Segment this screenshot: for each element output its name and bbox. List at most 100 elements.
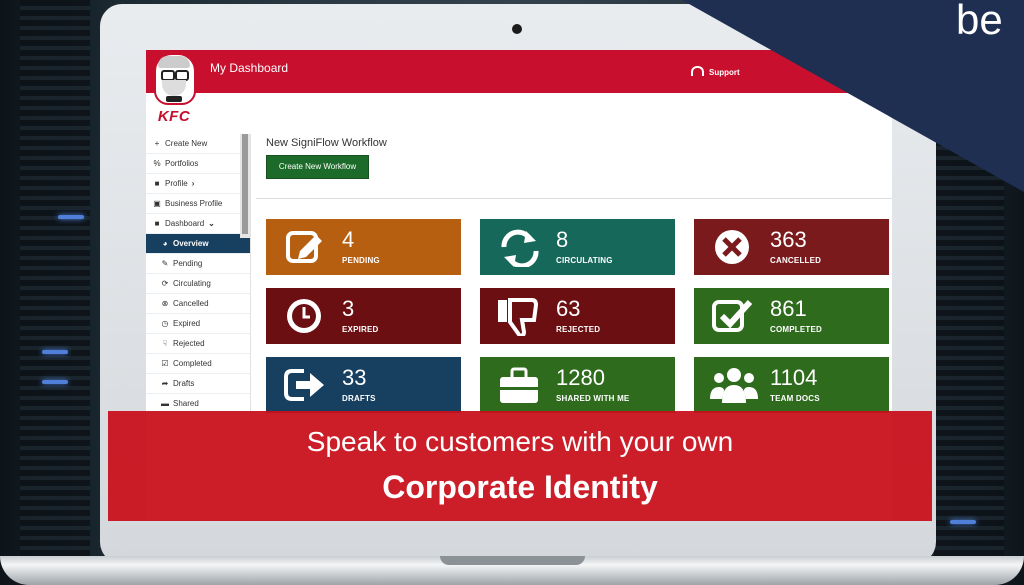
tile-label: SHARED WITH ME xyxy=(556,394,630,403)
sidebar-item-label: Cancelled xyxy=(173,299,209,308)
expired-icon: ◷ xyxy=(161,319,169,328)
edit-icon xyxy=(286,231,322,263)
tile-drafts[interactable]: 33 DRAFTS xyxy=(266,357,461,413)
scrollbar-thumb[interactable] xyxy=(242,134,248,234)
background-led xyxy=(950,520,976,524)
link-icon: % xyxy=(153,159,161,168)
tile-label: EXPIRED xyxy=(342,325,379,334)
colonel-tie xyxy=(166,96,182,102)
sidebar-item-label: Portfolios xyxy=(165,159,199,168)
tile-count: 63 xyxy=(556,296,581,321)
sidebar-item-label: Profile xyxy=(165,179,188,188)
tile-label: PENDING xyxy=(342,256,380,265)
dashboard-icon: ■ xyxy=(154,219,160,228)
chevron-icon: ⌄ xyxy=(208,219,215,228)
tile-label: CIRCULATING xyxy=(556,256,613,265)
pending-icon: ✎ xyxy=(161,259,169,268)
briefcase-icon xyxy=(500,367,538,403)
drafts-icon: ➦ xyxy=(161,379,169,388)
tile-shared-with-me[interactable]: 1280 SHARED WITH ME xyxy=(480,357,675,413)
sidebar-item-profile[interactable]: ■ Profile › xyxy=(146,174,250,194)
laptop-notch xyxy=(440,556,585,565)
sidebar-item-label: Business Profile xyxy=(165,199,223,208)
tile-label: TEAM DOCS xyxy=(770,394,820,403)
refresh-icon xyxy=(501,229,539,267)
tile-rejected[interactable]: 63 REJECTED xyxy=(480,288,675,344)
workflow-heading: New SigniFlow Workflow xyxy=(266,137,387,149)
sidebar-item-completed[interactable]: ☑ Completed xyxy=(146,354,250,374)
building-icon: ▣ xyxy=(153,199,161,208)
tile-label: COMPLETED xyxy=(770,325,823,334)
page-title: My Dashboard xyxy=(210,61,289,75)
tile-count: 33 xyxy=(342,365,367,390)
sidebar-item-overview[interactable]: ◕ Overview xyxy=(146,234,250,254)
rejected-icon: ☟ xyxy=(162,339,168,348)
background-led xyxy=(58,215,84,219)
kfc-logo[interactable]: KFC xyxy=(148,50,198,130)
plus-icon: + xyxy=(154,139,160,148)
colonel-hair xyxy=(158,56,190,68)
laptop-camera xyxy=(512,24,522,34)
tile-expired[interactable]: 3 EXPIRED xyxy=(266,288,461,344)
sidebar-item-circulating[interactable]: ⟳ Circulating xyxy=(146,274,250,294)
create-new-workflow-button[interactable]: Create New Workflow xyxy=(266,155,369,179)
sidebar-item-label: Shared xyxy=(173,399,199,408)
sidebar-item-rejected[interactable]: ☟ Rejected xyxy=(146,334,250,354)
overview-icon: ◕ xyxy=(162,239,168,248)
sidebar-item-create-new[interactable]: + Create New xyxy=(146,134,250,154)
sidebar-item-dashboard[interactable]: ■ Dashboard ⌄ xyxy=(146,214,250,234)
sidebar-item-pending[interactable]: ✎ Pending xyxy=(146,254,250,274)
sidebar-item-label: Rejected xyxy=(173,339,205,348)
tile-count: 8 xyxy=(556,227,569,252)
sidebar-item-label: Expired xyxy=(173,319,201,328)
tile-label: REJECTED xyxy=(556,325,601,334)
support-link[interactable]: Support xyxy=(691,66,740,77)
sidebar-item-label: Dashboard xyxy=(165,219,205,228)
sidebar-item-drafts[interactable]: ➦ Drafts xyxy=(146,374,250,394)
sidebar-item-label: Completed xyxy=(173,359,212,368)
support-label: Support xyxy=(709,68,740,77)
tile-count: 3 xyxy=(342,296,355,321)
sidebar-item-label: Overview xyxy=(173,239,209,248)
tile-completed[interactable]: 861 COMPLETED xyxy=(694,288,889,344)
background-led xyxy=(42,350,68,354)
promo-banner: Speak to customers with your own Corpora… xyxy=(108,411,932,521)
sidebar-item-label: Drafts xyxy=(173,379,195,388)
tile-label: DRAFTS xyxy=(342,394,376,403)
profile-icon: ■ xyxy=(154,179,160,188)
tile-label: CANCELLED xyxy=(770,256,822,265)
sidebar-item-label: Pending xyxy=(173,259,203,268)
sidebar-item-portfolios[interactable]: % Portfolios xyxy=(146,154,250,174)
check-square-icon xyxy=(712,299,753,332)
tile-cancelled[interactable]: 363 CANCELLED xyxy=(694,219,889,275)
tile-team-docs[interactable]: 1104 TEAM DOCS xyxy=(694,357,889,413)
chevron-icon: › xyxy=(191,179,195,188)
tile-count: 363 xyxy=(770,227,807,252)
corner-text: be xyxy=(956,0,1003,43)
tile-count: 1104 xyxy=(770,365,818,390)
cancel-circle-icon xyxy=(715,230,749,264)
sidebar-item-business-profile[interactable]: ▣ Business Profile xyxy=(146,194,250,214)
sidebar-item-cancelled[interactable]: ⊗ Cancelled xyxy=(146,294,250,314)
sidebar-scrollbar[interactable] xyxy=(240,134,250,238)
app-header: My Dashboard Support xyxy=(146,50,892,93)
logo-wordmark: KFC xyxy=(157,108,191,125)
thumbs-down-icon xyxy=(498,298,539,336)
tile-count: 1280 xyxy=(556,365,605,390)
cancelled-icon: ⊗ xyxy=(161,299,169,308)
background-server-rack-left xyxy=(20,0,90,585)
circulating-icon: ⟳ xyxy=(161,279,169,288)
tile-pending[interactable]: 4 PENDING xyxy=(266,219,461,275)
sidebar-item-label: Circulating xyxy=(173,279,211,288)
headset-icon xyxy=(691,66,704,76)
section-divider xyxy=(256,198,892,199)
tile-circulating[interactable]: 8 CIRCULATING xyxy=(480,219,675,275)
tile-count: 861 xyxy=(770,296,807,321)
background-led xyxy=(42,380,68,384)
completed-icon: ☑ xyxy=(161,359,169,368)
users-icon xyxy=(710,368,758,403)
clock-icon xyxy=(287,299,321,333)
sidebar-item-expired[interactable]: ◷ Expired xyxy=(146,314,250,334)
sign-out-icon xyxy=(284,369,324,401)
banner-line-1: Speak to customers with your own xyxy=(306,426,734,457)
